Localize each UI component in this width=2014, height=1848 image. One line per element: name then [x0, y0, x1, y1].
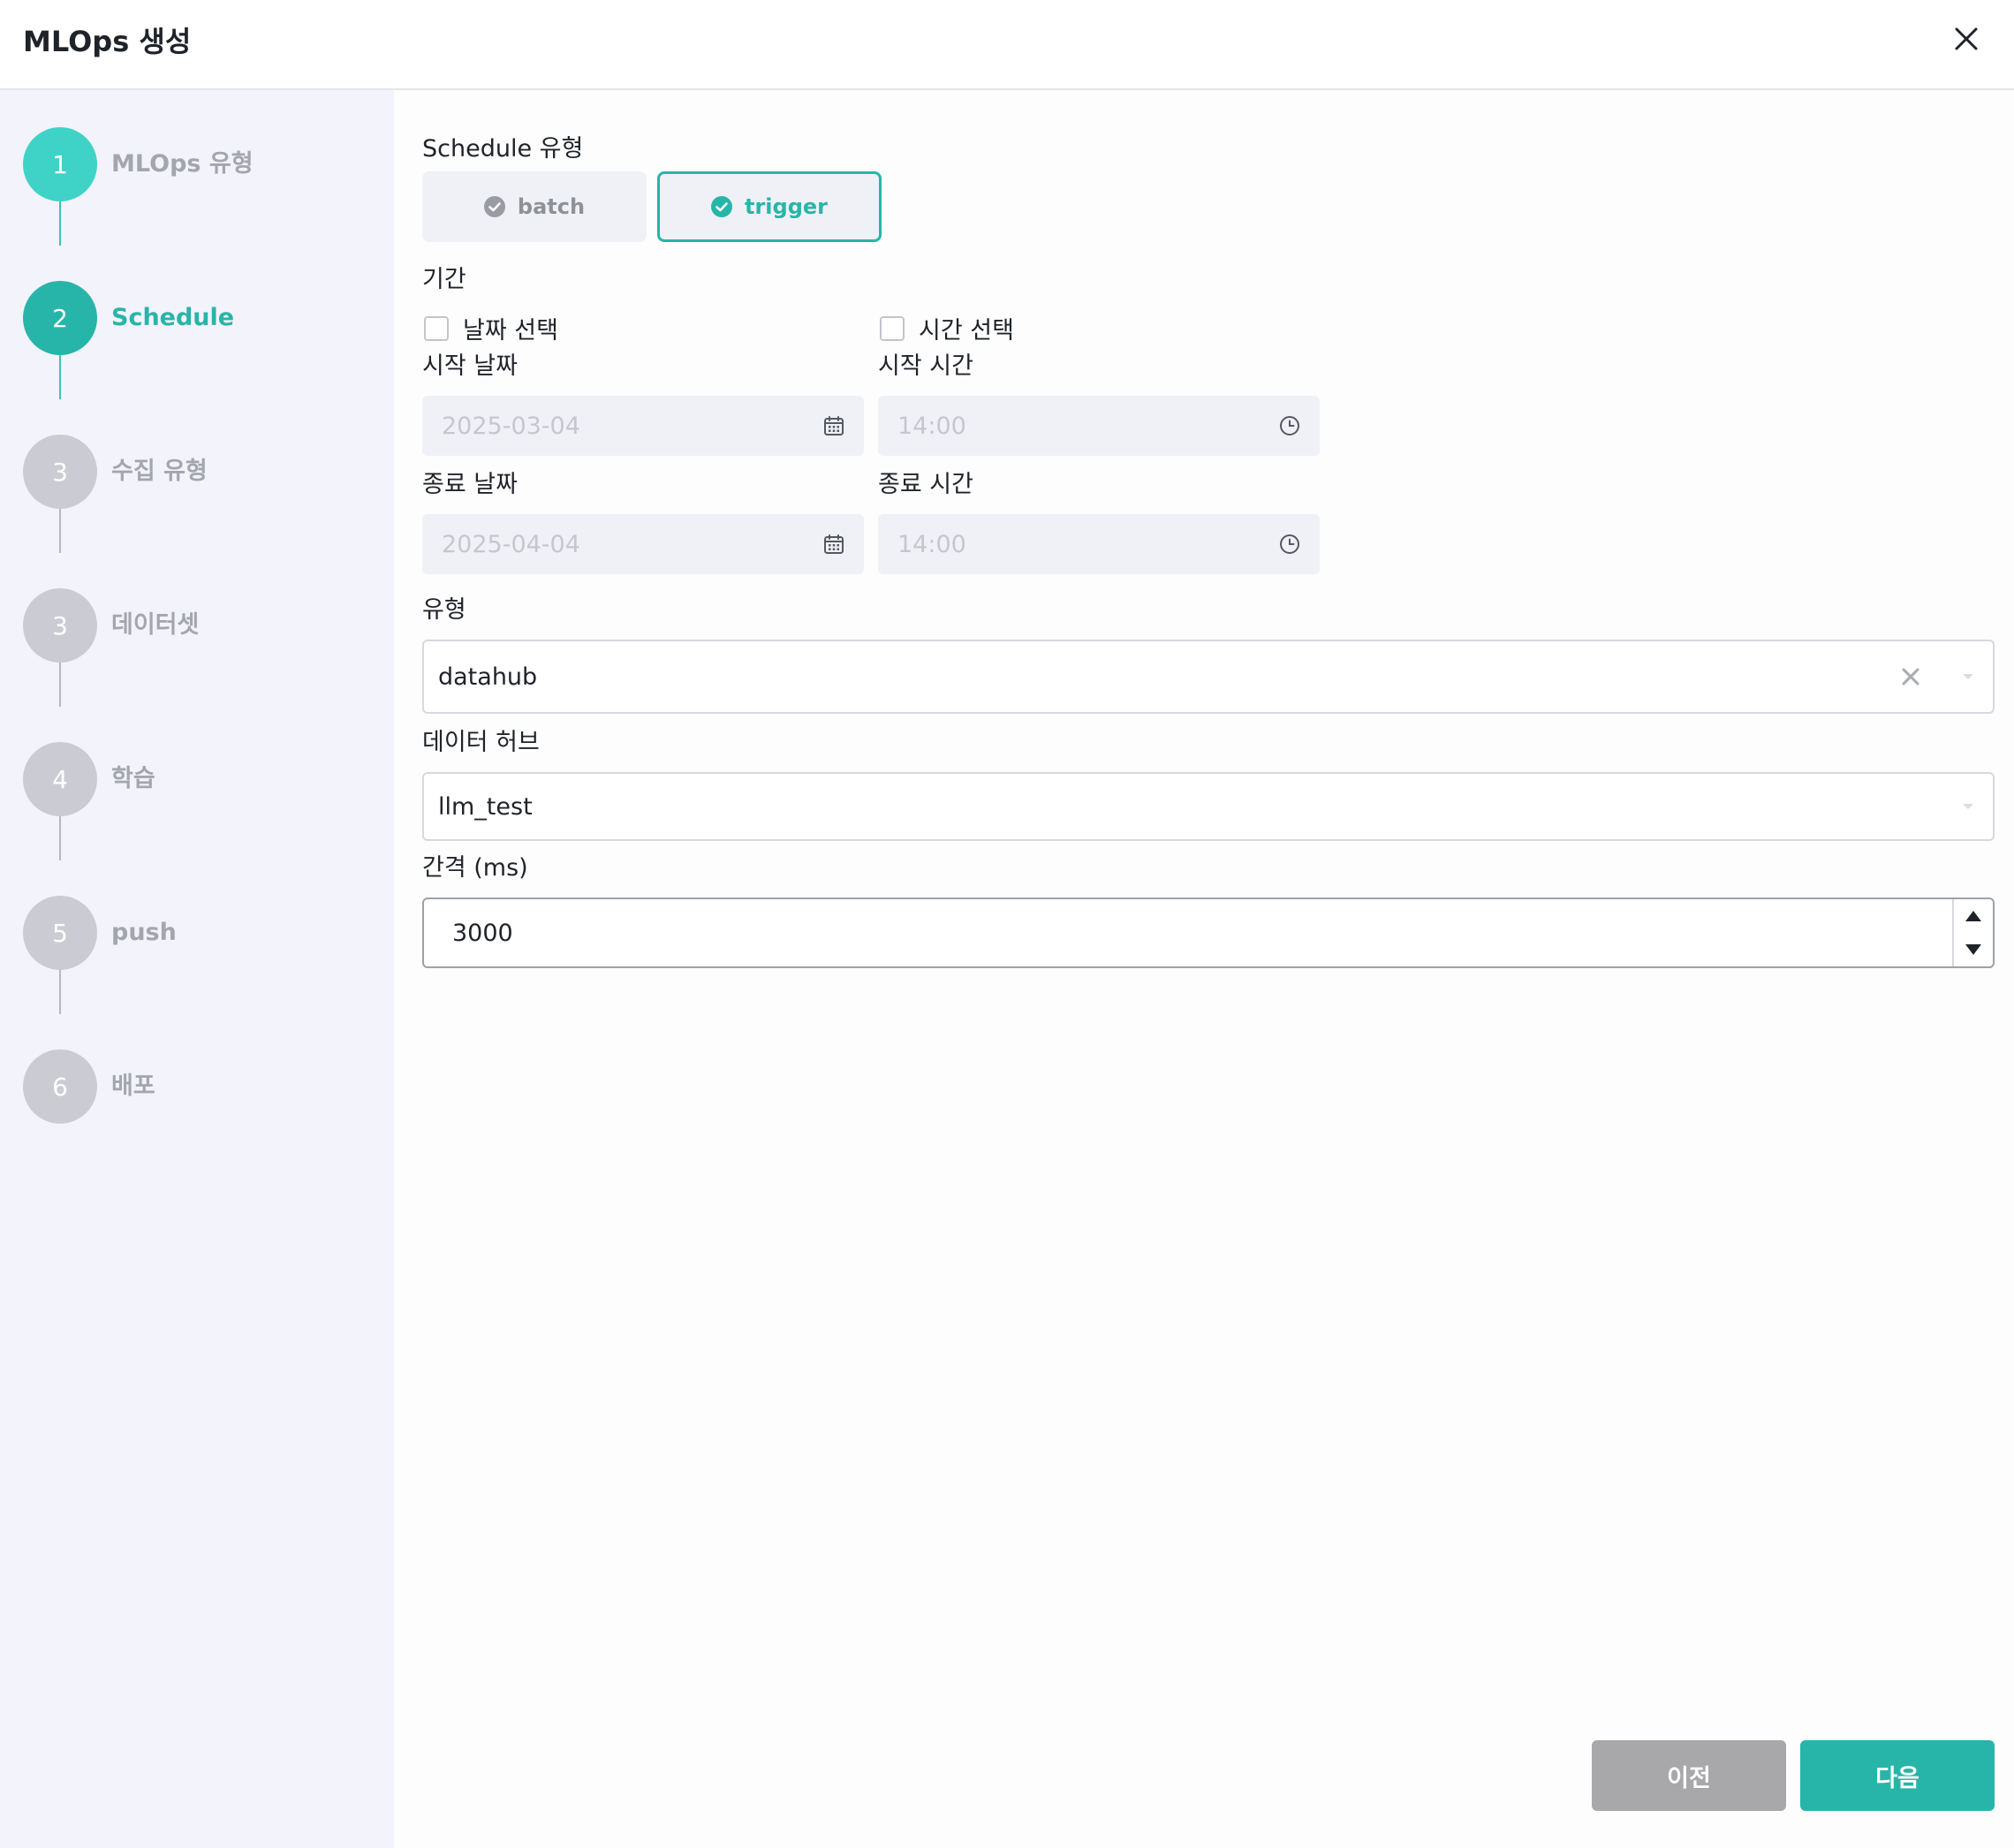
step-deploy[interactable]: 6 배포 [23, 1049, 376, 1124]
step-push[interactable]: 5 push [23, 896, 376, 970]
step-number: 2 [23, 281, 97, 355]
stepper-controls [1952, 899, 1993, 966]
step-schedule[interactable]: 2 Schedule [23, 281, 376, 355]
step-collection-type[interactable]: 3 수집 유형 [23, 435, 376, 509]
period-label: 기간 [422, 266, 466, 293]
step-number: 5 [23, 896, 97, 970]
end-time-picker[interactable]: 14:00 [878, 514, 1320, 574]
chevron-down-icon[interactable] [1959, 671, 1977, 682]
end-date-value: 2025-04-04 [442, 530, 580, 558]
form-panel: Schedule 유형 batch trigger 기간 날짜 선택 시간 선택… [394, 90, 2014, 1848]
chevron-down-icon[interactable] [1959, 801, 1977, 812]
trigger-option-label: trigger [744, 194, 828, 219]
end-time-value: 14:00 [897, 530, 966, 558]
batch-option-button[interactable]: batch [422, 171, 647, 242]
previous-button[interactable]: 이전 [1592, 1740, 1786, 1811]
step-number: 3 [23, 588, 97, 663]
schedule-type-label: Schedule 유형 [422, 135, 584, 163]
dialog-header: MLOps 생성 [0, 0, 2014, 90]
time-select-checkbox-row[interactable]: 시간 선택 [880, 311, 1014, 345]
trigger-option-button[interactable]: trigger [657, 171, 882, 242]
interval-field-label: 간격 (ms) [422, 854, 528, 882]
start-time-value: 14:00 [897, 412, 966, 440]
step-label: MLOps 유형 [111, 150, 254, 178]
triangle-down-icon [1965, 944, 1981, 955]
step-number: 1 [23, 127, 97, 201]
end-date-label: 종료 날짜 [422, 471, 518, 498]
clock-icon[interactable] [1279, 534, 1300, 555]
triangle-up-icon [1965, 911, 1981, 921]
datahub-field-label: 데이터 허브 [422, 729, 540, 756]
step-label: 배포 [111, 1072, 155, 1100]
check-circle-icon [710, 196, 732, 217]
decrement-button[interactable] [1954, 933, 1993, 966]
step-label: 데이터셋 [111, 611, 200, 639]
date-select-checkbox-row[interactable]: 날짜 선택 [424, 311, 558, 345]
time-select-label: 시간 선택 [919, 317, 1014, 345]
step-training[interactable]: 4 학습 [23, 742, 376, 816]
calendar-icon[interactable] [823, 534, 844, 555]
clear-icon[interactable] [1901, 667, 1920, 686]
start-date-picker[interactable]: 2025-03-04 [422, 396, 864, 456]
step-label: 학습 [111, 765, 155, 792]
step-label: 수집 유형 [111, 458, 208, 485]
type-select[interactable]: datahub [422, 640, 1995, 714]
dialog-title: MLOps 생성 [23, 25, 192, 58]
end-time-label: 종료 시간 [878, 471, 973, 498]
interval-input[interactable] [424, 899, 1952, 966]
step-number: 4 [23, 742, 97, 816]
increment-button[interactable] [1954, 899, 1993, 933]
datahub-select-value: llm_test [438, 792, 533, 821]
check-circle-icon [483, 196, 505, 217]
datahub-select[interactable]: llm_test [422, 772, 1995, 841]
next-button[interactable]: 다음 [1800, 1740, 1995, 1811]
date-select-label: 날짜 선택 [463, 317, 558, 345]
date-select-checkbox[interactable] [424, 315, 449, 341]
batch-option-label: batch [517, 194, 586, 219]
close-icon[interactable] [1954, 27, 1979, 51]
step-number: 6 [23, 1049, 97, 1124]
interval-stepper[interactable] [422, 897, 1995, 968]
start-date-value: 2025-03-04 [442, 412, 580, 440]
time-select-checkbox[interactable] [880, 315, 905, 341]
start-time-label: 시작 시간 [878, 352, 973, 380]
step-label: Schedule [111, 304, 235, 331]
step-label: push [111, 919, 177, 946]
calendar-icon[interactable] [823, 415, 844, 436]
step-mlops-type[interactable]: 1 MLOps 유형 [23, 127, 376, 201]
start-date-label: 시작 날짜 [422, 352, 518, 380]
end-date-picker[interactable]: 2025-04-04 [422, 514, 864, 574]
clock-icon[interactable] [1279, 415, 1300, 436]
step-dataset[interactable]: 3 데이터셋 [23, 588, 376, 663]
start-time-picker[interactable]: 14:00 [878, 396, 1320, 456]
stepper-sidebar: 1 MLOps 유형 2 Schedule 3 수집 유형 3 데이터셋 4 학… [0, 90, 394, 1848]
step-number: 3 [23, 435, 97, 509]
type-field-label: 유형 [422, 596, 466, 624]
type-select-value: datahub [438, 663, 538, 691]
close-button[interactable] [1947, 19, 1986, 58]
